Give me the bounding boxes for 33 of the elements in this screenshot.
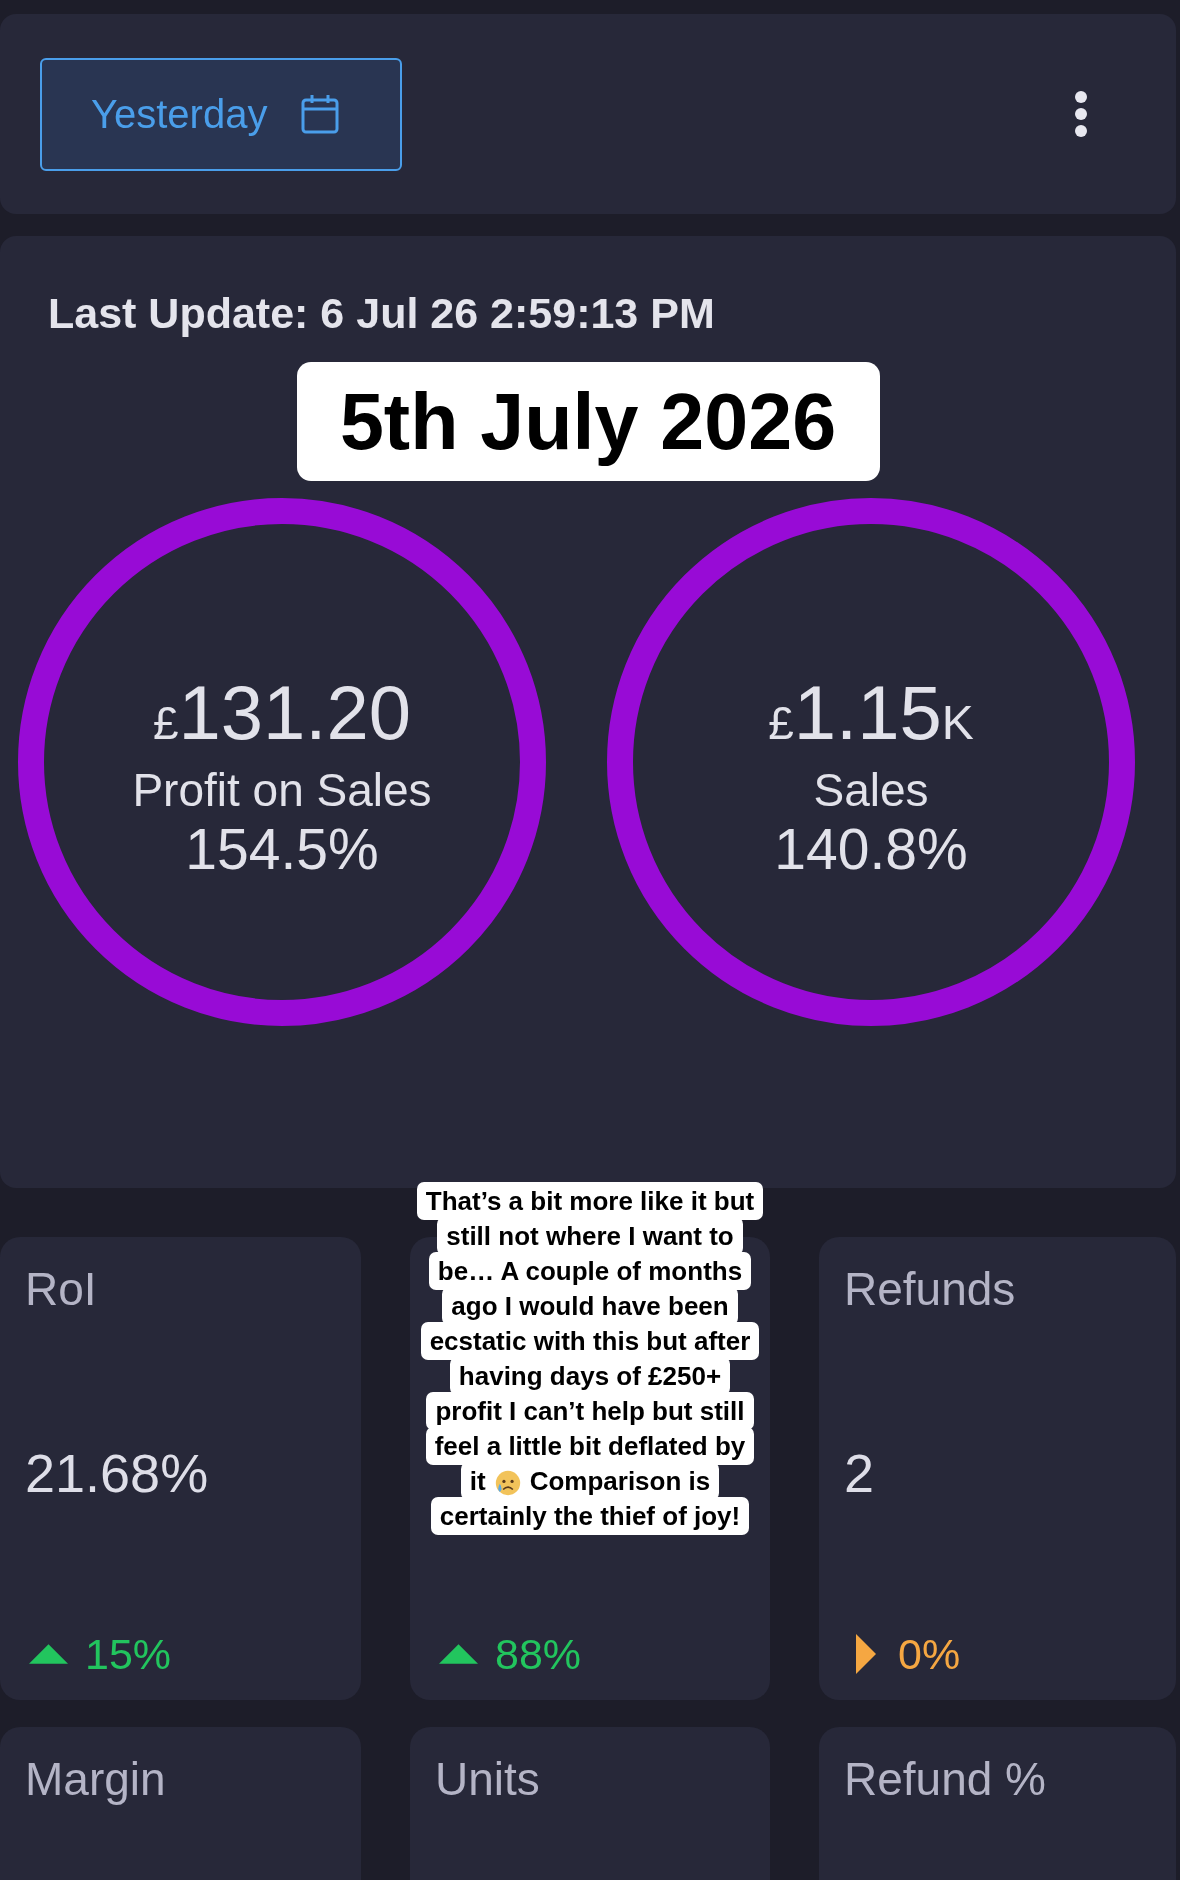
ring-percent: 140.8% [774,817,968,881]
metric-value: 21.68% [25,1441,209,1505]
date-range-button[interactable]: Yesterday [40,57,402,171]
metric-title: Margin [25,1752,166,1807]
more-options-icon[interactable] [1074,90,1088,138]
caption-text: feel a little bit deflated by [425,1427,755,1465]
right-triangle-icon [856,1634,876,1674]
last-update-text: Last Update: 6 Jul 26 2:59:13 PM [48,288,715,338]
caption-text: still not where I want to [437,1217,743,1255]
caption-text: ecstatic with this but after [420,1322,760,1360]
ring-label: Profit on Sales [132,763,432,817]
caption-text: be… A couple of months [428,1252,752,1290]
up-triangle-icon [439,1644,478,1664]
metric-value: 2 [844,1441,875,1505]
date-caption: 5th July 2026 [296,362,880,481]
change-percent: 88% [495,1629,582,1680]
metric-title: Refund % [844,1752,1046,1807]
caption-text: certainly the thief of joy! [430,1497,750,1535]
caption-text: having days of £250+ [449,1357,731,1395]
calendar-icon [301,94,340,134]
ring-value: £1.15K [768,673,974,757]
change-percent: 0% [898,1629,961,1680]
ring-label: Sales [813,763,929,817]
caption-text: That’s a bit more like it but [416,1182,764,1220]
ring-percent: 154.5% [185,817,379,881]
ring-value: £131.20 [152,673,411,757]
change-percent: 15% [85,1629,172,1680]
caption-text: profit I can’t help but still [426,1392,754,1430]
caption-text: ago I would have been [442,1287,738,1325]
metric-title: Units [435,1752,540,1807]
up-triangle-icon [29,1644,68,1664]
metric-title: Refunds [844,1262,1016,1317]
metric-title: RoI [25,1262,97,1317]
